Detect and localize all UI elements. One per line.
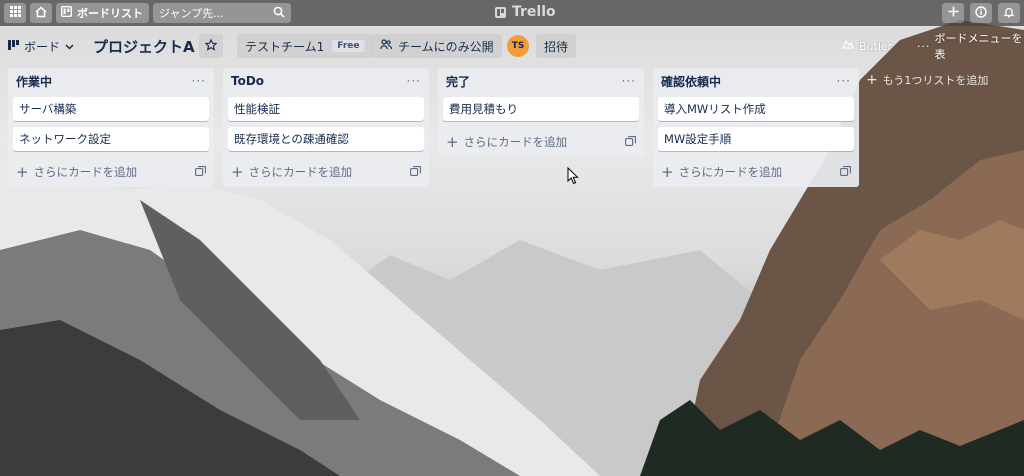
- visibility-label: チームにのみ公開: [398, 39, 494, 54]
- list-title[interactable]: 完了: [446, 73, 470, 90]
- card[interactable]: サーバ構築: [13, 97, 209, 121]
- search-input[interactable]: ジャンプ先...: [153, 3, 291, 23]
- list-menu-icon[interactable]: ···: [622, 74, 636, 88]
- board-switcher[interactable]: ボード: [8, 34, 74, 58]
- create-button[interactable]: [942, 3, 964, 23]
- brand-name: Trello: [512, 4, 556, 20]
- list-title[interactable]: 作業中: [16, 73, 52, 90]
- add-card-label: さらにカードを追加: [33, 165, 138, 179]
- card[interactable]: 導入MWリスト作成: [658, 97, 854, 121]
- list-footer: + さらにカードを追加: [438, 127, 644, 157]
- list-menu-icon[interactable]: ···: [837, 74, 851, 88]
- list-footer: + さらにカードを追加: [8, 157, 214, 187]
- search-placeholder: ジャンプ先...: [159, 7, 224, 20]
- board-menu-label: ボードメニューを表: [934, 32, 1023, 61]
- card[interactable]: ネットワーク設定: [13, 127, 209, 151]
- list-header: 完了 ···: [438, 68, 644, 94]
- template-icon[interactable]: [840, 165, 851, 179]
- board-menu-button[interactable]: ··· ボードメニューを表: [917, 32, 1024, 61]
- plus-icon: [948, 6, 959, 20]
- star-button[interactable]: [199, 34, 223, 58]
- list-todo: ToDo ··· 性能検証 既存環境との疎通確認 + さらにカードを追加: [223, 68, 429, 187]
- team-button[interactable]: テストチーム1 Free: [237, 34, 373, 58]
- team-icon: [380, 39, 393, 53]
- notifications-button[interactable]: [998, 3, 1020, 23]
- plus-icon: +: [866, 72, 878, 88]
- home-icon: [35, 5, 47, 21]
- butler-button[interactable]: Butler: [842, 34, 892, 58]
- board-header: ボード プロジェクトA テストチーム1 Free チームにのみ公開 TS 招待 …: [0, 28, 1024, 64]
- team-plan-badge: Free: [332, 40, 365, 52]
- home-button[interactable]: [30, 3, 52, 23]
- add-card-label: さらにカードを追加: [248, 165, 353, 179]
- list-footer: + さらにカードを追加: [653, 157, 859, 187]
- board-icon: [60, 5, 73, 20]
- butler-icon: [842, 39, 854, 53]
- list-menu-icon[interactable]: ···: [192, 74, 206, 88]
- template-icon[interactable]: [410, 165, 421, 179]
- list-menu-icon[interactable]: ···: [407, 74, 421, 88]
- plus-icon: +: [446, 133, 459, 151]
- list-review-requested: 確認依頼中 ··· 導入MWリスト作成 MW設定手順 + さらにカードを追加: [653, 68, 859, 187]
- add-card-button[interactable]: + さらにカードを追加: [446, 133, 567, 151]
- more-icon: ···: [917, 39, 931, 53]
- chevron-down-icon: [65, 39, 74, 53]
- add-card-button[interactable]: + さらにカードを追加: [661, 163, 782, 181]
- template-icon[interactable]: [625, 135, 636, 149]
- star-icon: [204, 37, 218, 54]
- list-done: 完了 ··· 費用見積もり + さらにカードを追加: [438, 68, 644, 157]
- list-title[interactable]: ToDo: [231, 74, 264, 88]
- add-card-label: さらにカードを追加: [678, 165, 783, 179]
- invite-button[interactable]: 招待: [536, 34, 577, 58]
- plus-icon: +: [16, 163, 29, 181]
- board-title[interactable]: プロジェクトA: [93, 34, 195, 58]
- boards-button[interactable]: ボードリスト: [56, 3, 149, 23]
- search-icon: [273, 6, 285, 21]
- card[interactable]: 性能検証: [228, 97, 424, 121]
- trello-logo-icon: [495, 6, 506, 18]
- butler-label: Butler: [859, 39, 893, 53]
- list-header: 作業中 ···: [8, 68, 214, 94]
- list-work-in-progress: 作業中 ··· サーバ構築 ネットワーク設定 + さらにカードを追加: [8, 68, 214, 187]
- boards-label: ボードリスト: [77, 7, 143, 20]
- member-avatar[interactable]: TS: [507, 35, 529, 57]
- trello-logo[interactable]: Trello: [495, 4, 556, 20]
- board-view-icon: [8, 39, 19, 53]
- info-icon: [975, 5, 987, 21]
- add-card-button[interactable]: + さらにカードを追加: [16, 163, 137, 181]
- list-title[interactable]: 確認依頼中: [661, 73, 721, 90]
- add-card-label: さらにカードを追加: [463, 135, 568, 149]
- plus-icon: +: [661, 163, 674, 181]
- mouse-cursor-icon: [567, 166, 579, 188]
- list-header: ToDo ···: [223, 68, 429, 94]
- top-nav-bar: ボードリスト ジャンプ先... Trello: [0, 0, 1024, 26]
- list-header: 確認依頼中 ···: [653, 68, 859, 94]
- list-footer: + さらにカードを追加: [223, 157, 429, 187]
- card[interactable]: 既存環境との疎通確認: [228, 127, 424, 151]
- add-list-label: もう1つリストを追加: [882, 74, 989, 87]
- visibility-button[interactable]: チームにのみ公開: [372, 34, 502, 58]
- bell-icon: [1003, 6, 1015, 21]
- template-icon[interactable]: [195, 165, 206, 179]
- info-button[interactable]: [970, 3, 992, 23]
- plus-icon: +: [231, 163, 244, 181]
- card[interactable]: 費用見積もり: [443, 97, 639, 121]
- add-card-button[interactable]: + さらにカードを追加: [231, 163, 352, 181]
- add-list-button[interactable]: + もう1つリストを追加: [866, 72, 988, 88]
- apps-button[interactable]: [4, 3, 26, 23]
- grid-icon: [9, 6, 21, 20]
- card[interactable]: MW設定手順: [658, 127, 854, 151]
- board-switcher-label: ボード: [24, 39, 61, 54]
- team-name: テストチーム1: [245, 39, 325, 54]
